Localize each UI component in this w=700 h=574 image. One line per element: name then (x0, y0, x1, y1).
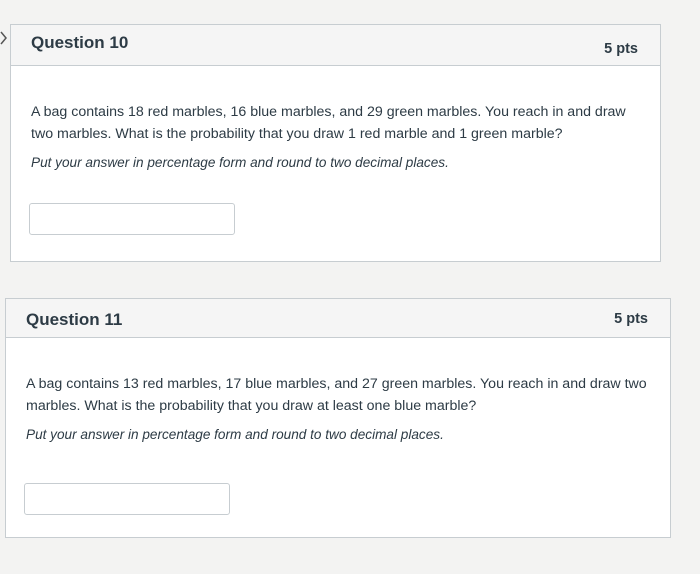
question-header: Question 11 5 pts (6, 299, 670, 338)
question-header: Question 10 5 pts (11, 25, 660, 66)
question-instructions: Put your answer in percentage form and r… (31, 155, 449, 170)
question-text: A bag contains 18 red marbles, 16 blue m… (31, 104, 626, 142)
question-body: A bag contains 18 red marbles, 16 blue m… (11, 66, 660, 174)
question-instructions: Put your answer in percentage form and r… (26, 427, 444, 442)
question-points: 5 pts (604, 41, 638, 57)
question-title: Question 11 (26, 310, 123, 329)
question-body: A bag contains 13 red marbles, 17 blue m… (6, 338, 670, 446)
answer-input[interactable] (29, 203, 235, 235)
question-points: 5 pts (614, 311, 648, 327)
answer-input[interactable] (24, 483, 230, 515)
question-text: A bag contains 13 red marbles, 17 blue m… (26, 376, 647, 414)
question-card-10: Question 10 5 pts A bag contains 18 red … (10, 24, 661, 262)
question-title: Question 10 (31, 33, 129, 52)
chevron-right-icon (0, 30, 8, 46)
question-card-11: Question 11 5 pts A bag contains 13 red … (5, 298, 671, 538)
